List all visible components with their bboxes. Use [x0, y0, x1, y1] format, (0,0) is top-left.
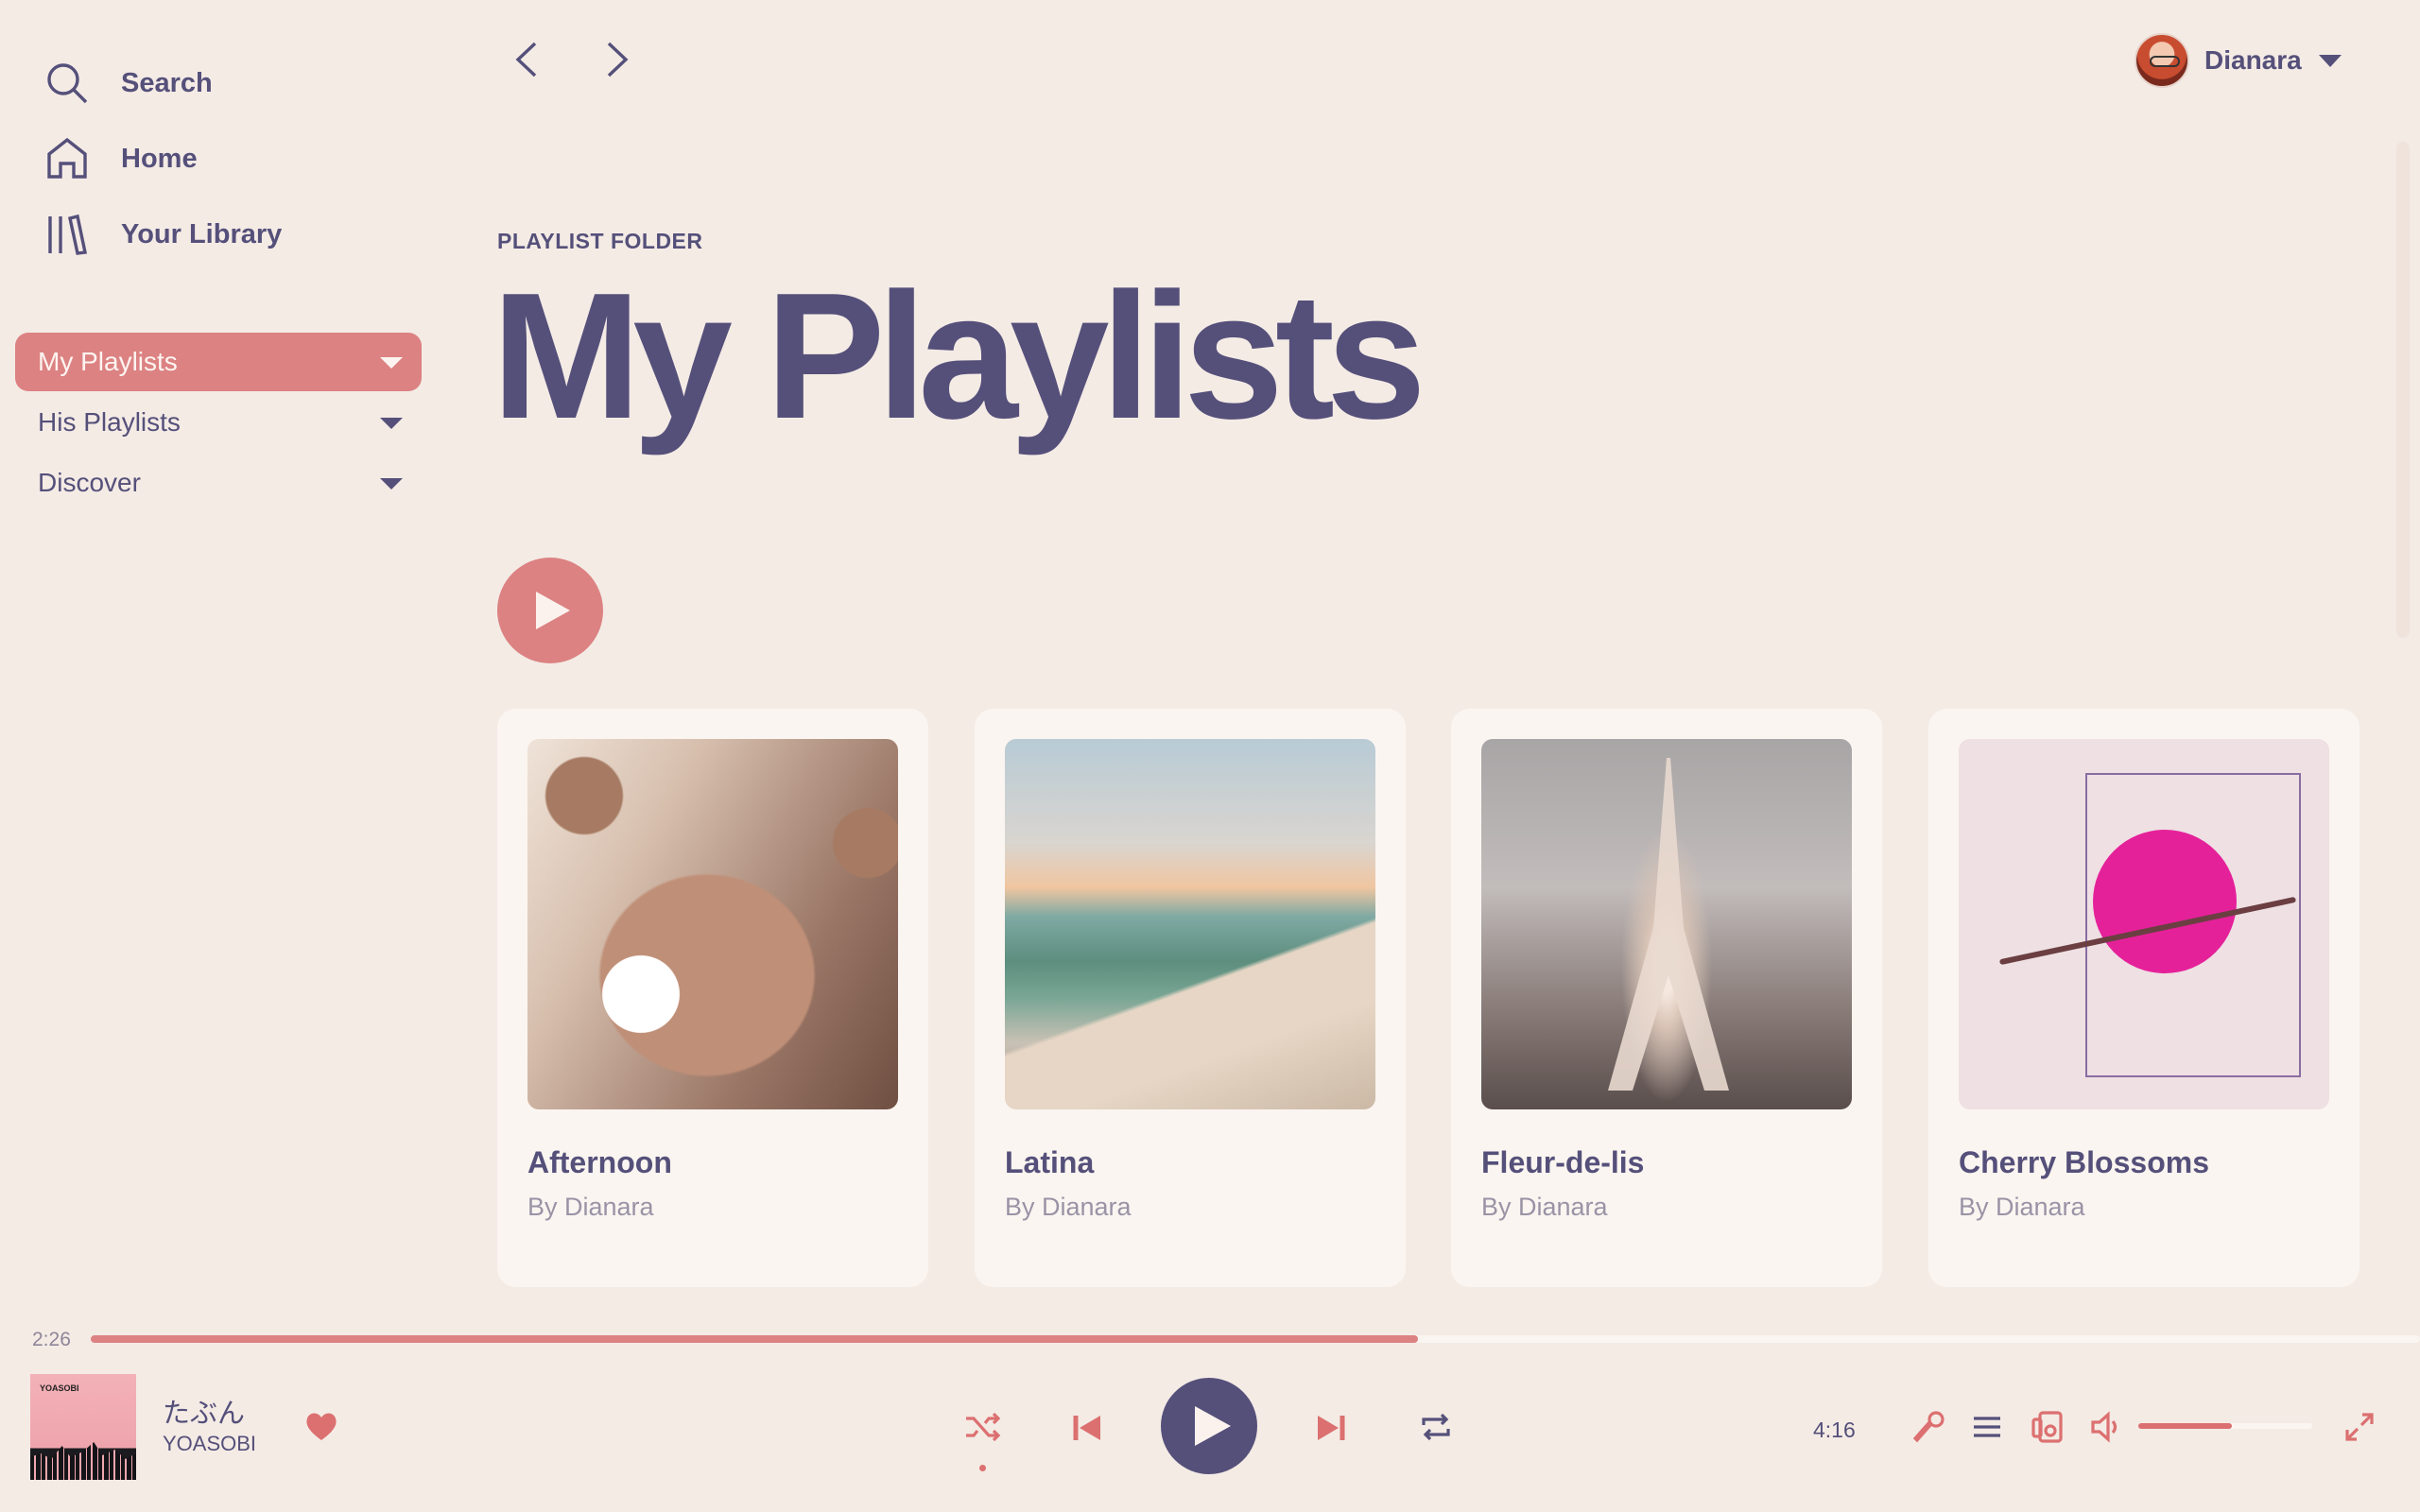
- caret-down-icon[interactable]: [380, 478, 403, 490]
- shuffle-icon: [966, 1412, 1001, 1442]
- fullscreen-button[interactable]: [2341, 1408, 2378, 1446]
- playlist-owner: By Dianara: [527, 1193, 654, 1221]
- folder-label: My Playlists: [38, 347, 178, 376]
- play-icon: [1195, 1406, 1231, 1446]
- queue-button[interactable]: [1968, 1408, 2006, 1446]
- queue-icon: [1974, 1417, 2000, 1437]
- playlist-owner: By Dianara: [1959, 1193, 2085, 1221]
- caret-down-icon[interactable]: [380, 357, 403, 369]
- album-art-skyline: [30, 1442, 136, 1480]
- lyrics-button[interactable]: [1910, 1408, 1947, 1446]
- search-icon: [47, 63, 88, 104]
- folder-type-label: PLAYLIST FOLDER: [497, 229, 703, 253]
- skip-forward-icon: [1318, 1416, 1345, 1440]
- playlist-card[interactable]: Fleur-de-lis By Dianara: [1451, 709, 1882, 1287]
- playlist-cover: [1481, 739, 1852, 1109]
- page-title: My Playlists: [492, 256, 1426, 456]
- expand-icon: [2345, 1413, 2374, 1441]
- mute-button[interactable]: [2087, 1408, 2125, 1446]
- progress-bar[interactable]: [91, 1335, 2420, 1343]
- avatar: [2135, 33, 2189, 88]
- folder-his-playlists[interactable]: His Playlists: [15, 393, 422, 452]
- now-playing-album-art[interactable]: YOASOBI: [30, 1374, 136, 1480]
- devices-button[interactable]: [2029, 1408, 2066, 1446]
- next-button[interactable]: [1312, 1410, 1350, 1446]
- home-icon: [47, 137, 87, 179]
- playlist-cover: [1959, 739, 2329, 1109]
- playlist-title: Latina: [1005, 1145, 1095, 1179]
- playlist-cover: [527, 739, 898, 1109]
- elapsed-time: 2:26: [32, 1329, 71, 1350]
- previous-button[interactable]: [1068, 1410, 1106, 1446]
- track-name[interactable]: たぶん: [163, 1391, 245, 1431]
- skip-back-icon: [1073, 1416, 1100, 1440]
- track-artist[interactable]: YOASOBI: [163, 1432, 256, 1456]
- eiffel-tower-shape: [1608, 758, 1729, 1091]
- track-duration: 4:16: [1813, 1418, 1856, 1442]
- playlist-card[interactable]: Latina By Dianara: [975, 709, 1406, 1287]
- volume-fill: [2138, 1423, 2233, 1429]
- nav-search[interactable]: Search: [43, 57, 403, 110]
- shuffle-active-indicator: [979, 1465, 986, 1471]
- folder-my-playlists[interactable]: My Playlists: [15, 333, 422, 391]
- playlist-title: Afternoon: [527, 1145, 672, 1179]
- repeat-icon: [1422, 1413, 1450, 1441]
- user-menu[interactable]: Dianara: [2135, 32, 2352, 89]
- playlist-title: Cherry Blossoms: [1959, 1145, 2209, 1179]
- library-icon: [48, 214, 88, 255]
- volume-slider[interactable]: [2138, 1423, 2312, 1429]
- cover-sun: [2093, 830, 2237, 973]
- forward-button[interactable]: [599, 36, 637, 83]
- folder-label: Discover: [38, 468, 141, 497]
- repeat-button[interactable]: [1416, 1408, 1456, 1446]
- nav-library[interactable]: Your Library: [43, 208, 403, 261]
- chevron-right-icon: [607, 42, 629, 77]
- play-icon: [536, 592, 570, 629]
- playlist-owner: By Dianara: [1005, 1193, 1132, 1221]
- playlist-card[interactable]: Afternoon By Dianara: [497, 709, 928, 1287]
- shuffle-button[interactable]: [962, 1408, 1004, 1446]
- play-folder-button[interactable]: [497, 558, 603, 663]
- microphone-icon: [1912, 1411, 1945, 1443]
- nav-library-label: Your Library: [121, 218, 283, 249]
- playlist-cover: [1005, 739, 1375, 1109]
- play-pause-button[interactable]: [1161, 1378, 1257, 1474]
- user-name: Dianara: [2204, 45, 2302, 75]
- volume-icon: [2091, 1411, 2118, 1443]
- nav-home-label: Home: [121, 143, 198, 174]
- caret-down-icon: [2318, 54, 2342, 67]
- back-button[interactable]: [507, 36, 544, 83]
- folder-discover[interactable]: Discover: [15, 454, 422, 512]
- device-speaker-icon: [2031, 1411, 2063, 1443]
- nav-search-label: Search: [121, 67, 213, 98]
- album-art-text: YOASOBI: [40, 1383, 79, 1393]
- nav-home[interactable]: Home: [43, 132, 403, 185]
- folder-label: His Playlists: [38, 407, 181, 437]
- playlist-owner: By Dianara: [1481, 1193, 1608, 1221]
- playlist-title: Fleur-de-lis: [1481, 1145, 1645, 1179]
- sidebar: Search Home Your Library My Playlists Hi…: [0, 0, 444, 1323]
- main-scrollbar[interactable]: [2396, 142, 2410, 638]
- heart-icon[interactable]: [304, 1410, 338, 1442]
- chevron-left-icon: [515, 42, 537, 77]
- progress-fill: [91, 1335, 1419, 1343]
- playlist-card[interactable]: Cherry Blossoms By Dianara: [1928, 709, 2360, 1287]
- caret-down-icon[interactable]: [380, 418, 403, 429]
